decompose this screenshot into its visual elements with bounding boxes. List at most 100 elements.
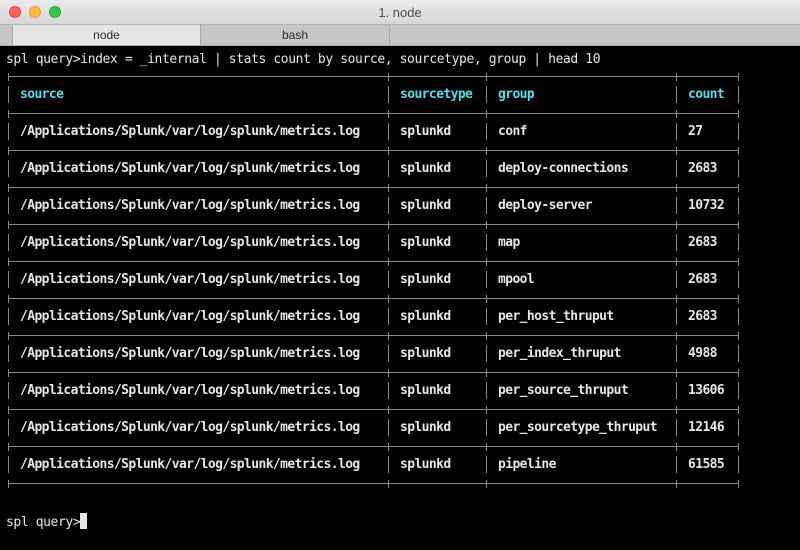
column-separator bbox=[738, 197, 739, 214]
column-separator bbox=[8, 160, 9, 177]
tab-bar: node bash bbox=[0, 25, 800, 46]
terminal-output[interactable]: spl query>index = _internal | stats coun… bbox=[0, 46, 800, 550]
column-separator bbox=[388, 382, 389, 399]
column-separator bbox=[676, 382, 677, 399]
column-separator bbox=[486, 456, 487, 473]
table-cell: map bbox=[498, 235, 520, 250]
title-bar[interactable]: 1. node bbox=[0, 0, 800, 25]
table-cell: deploy-server bbox=[498, 198, 593, 213]
table-cell: splunkd bbox=[400, 198, 451, 213]
table-cell: mpool bbox=[498, 272, 535, 287]
table-cell: pipeline bbox=[498, 457, 556, 472]
table-cell: 2683 bbox=[688, 309, 718, 324]
column-separator bbox=[8, 382, 9, 399]
table-cell: /Applications/Splunk/var/log/splunk/metr… bbox=[20, 383, 360, 398]
table-cell: 4988 bbox=[688, 346, 718, 361]
table-row: /Applications/Splunk/var/log/splunk/metr… bbox=[8, 150, 739, 187]
column-separator bbox=[676, 456, 677, 473]
table-row: /Applications/Splunk/var/log/splunk/metr… bbox=[8, 113, 739, 150]
column-separator bbox=[388, 86, 389, 103]
table-cell: splunkd bbox=[400, 346, 451, 361]
input-prompt[interactable]: spl query> bbox=[6, 513, 88, 530]
column-separator bbox=[486, 345, 487, 362]
column-separator bbox=[486, 160, 487, 177]
table-cell: 27 bbox=[688, 124, 703, 139]
table-cell: /Applications/Splunk/var/log/splunk/metr… bbox=[20, 309, 360, 324]
table-row: /Applications/Splunk/var/log/splunk/metr… bbox=[8, 335, 739, 372]
table-row: /Applications/Splunk/var/log/splunk/metr… bbox=[8, 261, 739, 298]
column-separator bbox=[8, 456, 9, 473]
table-cell: 12146 bbox=[688, 420, 725, 435]
column-separator bbox=[676, 160, 677, 177]
column-separator bbox=[486, 382, 487, 399]
table-cell: 2683 bbox=[688, 272, 718, 287]
column-separator bbox=[676, 86, 677, 103]
table-cell: 2683 bbox=[688, 161, 718, 176]
column-separator bbox=[676, 123, 677, 140]
table-cell: 10732 bbox=[688, 198, 725, 213]
table-row: /Applications/Splunk/var/log/splunk/metr… bbox=[8, 446, 739, 483]
table-cell: /Applications/Splunk/var/log/splunk/metr… bbox=[20, 161, 360, 176]
window-title: 1. node bbox=[378, 5, 422, 20]
table-row: /Applications/Splunk/var/log/splunk/metr… bbox=[8, 187, 739, 224]
table-cell: 61585 bbox=[688, 457, 725, 472]
column-separator bbox=[486, 271, 487, 288]
table-cell: splunkd bbox=[400, 235, 451, 250]
table-cell: conf bbox=[498, 124, 528, 139]
table-cell: splunkd bbox=[400, 124, 451, 139]
table-cell: per_index_thruput bbox=[498, 346, 621, 361]
table-cell: /Applications/Splunk/var/log/splunk/metr… bbox=[20, 235, 360, 250]
table-cell: 2683 bbox=[688, 235, 718, 250]
command-line: spl query>index = _internal | stats coun… bbox=[6, 52, 601, 67]
table-cell: per_host_thruput bbox=[498, 309, 614, 324]
table-cell: splunkd bbox=[400, 420, 451, 435]
column-separator bbox=[738, 234, 739, 251]
tab-node[interactable]: node bbox=[12, 25, 201, 45]
column-separator bbox=[486, 234, 487, 251]
table-row: /Applications/Splunk/var/log/splunk/metr… bbox=[8, 298, 739, 335]
tab-bash[interactable]: bash bbox=[201, 25, 390, 45]
column-separator bbox=[8, 419, 9, 436]
column-header: group bbox=[498, 87, 535, 102]
column-separator bbox=[8, 197, 9, 214]
column-separator bbox=[676, 345, 677, 362]
column-separator bbox=[8, 271, 9, 288]
column-separator bbox=[676, 419, 677, 436]
column-separator bbox=[8, 86, 9, 103]
table-cell: /Applications/Splunk/var/log/splunk/metr… bbox=[20, 124, 360, 139]
column-separator bbox=[738, 86, 739, 103]
column-separator bbox=[738, 456, 739, 473]
table-border bbox=[8, 480, 739, 488]
table-row: /Applications/Splunk/var/log/splunk/metr… bbox=[8, 409, 739, 446]
column-separator bbox=[8, 234, 9, 251]
table-cell: splunkd bbox=[400, 309, 451, 324]
table-cell: per_sourcetype_thruput bbox=[498, 420, 658, 435]
table-header-row: source sourcetype group count bbox=[8, 76, 739, 113]
column-separator bbox=[676, 197, 677, 214]
column-separator bbox=[738, 123, 739, 140]
column-separator bbox=[676, 308, 677, 325]
column-header: sourcetype bbox=[400, 87, 473, 102]
column-separator bbox=[738, 345, 739, 362]
table-cell: splunkd bbox=[400, 161, 451, 176]
column-separator bbox=[388, 308, 389, 325]
column-separator bbox=[388, 271, 389, 288]
text-cursor bbox=[80, 513, 88, 529]
column-separator bbox=[738, 160, 739, 177]
border-tick bbox=[388, 480, 389, 488]
table-cell: splunkd bbox=[400, 457, 451, 472]
column-separator bbox=[738, 308, 739, 325]
column-separator bbox=[388, 345, 389, 362]
column-separator bbox=[738, 382, 739, 399]
border-tick bbox=[738, 480, 739, 488]
column-header: source bbox=[20, 87, 64, 102]
column-separator bbox=[738, 271, 739, 288]
table-cell: per_source_thruput bbox=[498, 383, 629, 398]
column-separator bbox=[388, 419, 389, 436]
column-separator bbox=[486, 123, 487, 140]
table-cell: deploy-connections bbox=[498, 161, 629, 176]
border-tick bbox=[8, 480, 9, 488]
border-tick bbox=[676, 480, 677, 488]
table-cell: splunkd bbox=[400, 383, 451, 398]
table-cell: /Applications/Splunk/var/log/splunk/metr… bbox=[20, 346, 360, 361]
